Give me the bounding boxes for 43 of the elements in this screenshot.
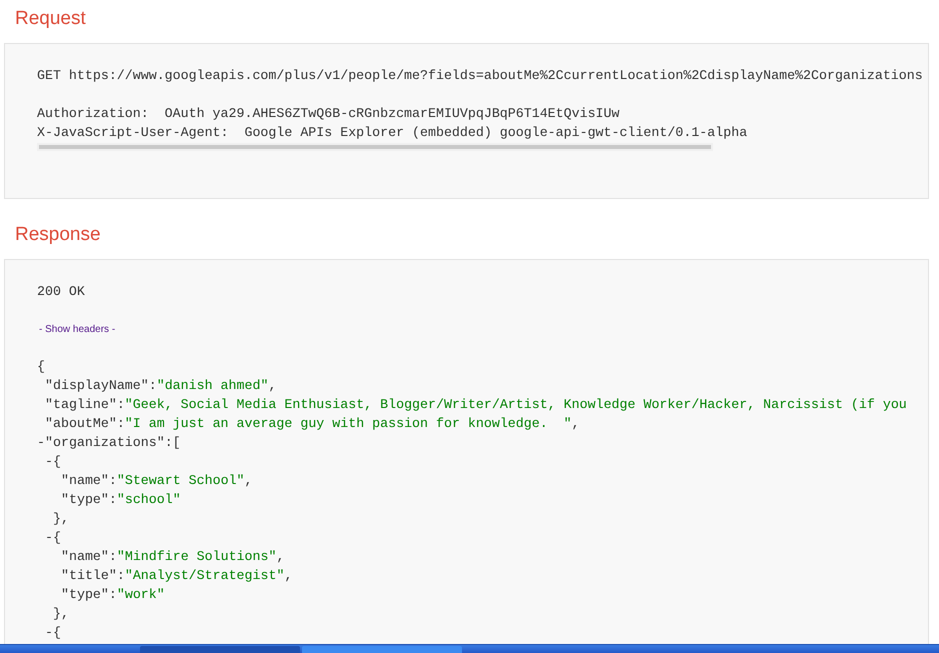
collapse-toggle[interactable]: - [45, 452, 53, 471]
json-string: "Stewart School" [116, 473, 245, 488]
json-key: "title": [61, 568, 125, 583]
json-punctuation: , [268, 378, 276, 393]
json-string: "Mindfire Solutions" [116, 549, 276, 564]
json-key: "displayName": [45, 378, 157, 393]
json-key: "tagline": [45, 397, 125, 412]
json-string: "school" [116, 492, 181, 507]
json-punctuation: , [276, 549, 284, 564]
collapse-toggle[interactable]: - [37, 433, 45, 452]
json-key: "aboutMe": [45, 416, 125, 431]
taskbar-button[interactable] [302, 646, 462, 653]
scrollbar[interactable] [37, 143, 713, 151]
section-heading: Response [14, 223, 102, 247]
json-key: "type": [61, 492, 117, 507]
status-text: 200 OK [37, 283, 86, 301]
json-bracket: { [53, 625, 61, 640]
collapse-toggle[interactable]: - [45, 623, 53, 642]
json-key: "name": [61, 549, 117, 564]
taskbar-button[interactable] [140, 646, 300, 653]
section-heading: Request [14, 7, 87, 31]
show-headers-link[interactable]: - Show headers - [39, 324, 116, 335]
json-string: "I am just an average guy with passion for knowledge. " [124, 416, 572, 431]
json-key: "name": [61, 473, 117, 488]
json-bracket: { [53, 454, 61, 469]
json-key: "organizations": [45, 435, 173, 450]
json-bracket: { [37, 359, 45, 374]
json-bracket: { [53, 530, 61, 545]
json-string: "Geek, Social Media Enthusiast, Blogger/Writer/Artist, Knowledge Worker/Hacker, Narcissist (if you [124, 397, 907, 412]
json-bracket: }, [53, 511, 69, 526]
json-string: "work" [116, 587, 165, 602]
collapse-toggle[interactable]: - [45, 528, 53, 547]
request-header: Authorization: OAuth ya29.AHES6ZTwQ6B-cRGnbzcmarEMIUVpqJBqP6T14EtQvisIUw [37, 105, 620, 123]
request-header: X-JavaScript-User-Agent: Google APIs Explorer (embedded) google-api-gwt-client/0.1-alpha [37, 124, 748, 142]
json-punctuation: , [572, 416, 580, 431]
json-punctuation: , [244, 473, 253, 488]
json-key: "type": [61, 587, 117, 602]
json-bracket: [ [172, 435, 181, 450]
json-string: "Analyst/Strategist" [124, 568, 284, 583]
request-line: GET https://www.googleapis.com/plus/v1/people/me?fields=aboutMe%2CcurrentLocation%2CdisplayName%2Corganizations [37, 67, 924, 85]
json-bracket: }, [53, 606, 69, 621]
json-string: "danish ahmed" [156, 378, 268, 393]
json-punctuation: , [284, 568, 292, 583]
